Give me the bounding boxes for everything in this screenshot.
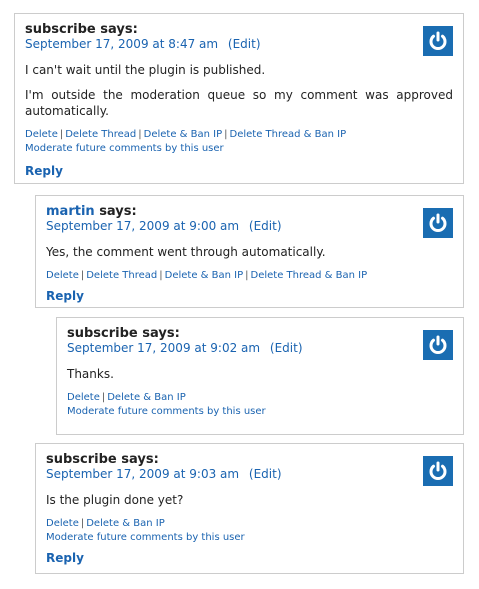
reply-link[interactable]: Reply bbox=[46, 289, 84, 303]
comment-author: subscribe bbox=[67, 326, 138, 341]
delete-thread-ban-ip-link[interactable]: Delete Thread & Ban IP bbox=[230, 129, 347, 140]
comment-author: subscribe bbox=[25, 22, 96, 37]
delete-link[interactable]: Delete bbox=[46, 270, 79, 281]
comment-author-line: subscribe says: bbox=[46, 452, 453, 467]
comment-paragraph: I'm outside the moderation queue so my c… bbox=[25, 88, 453, 118]
separator: | bbox=[159, 270, 163, 281]
delete-ban-ip-link[interactable]: Delete & Ban IP bbox=[86, 518, 165, 529]
moderation-actions: Delete | Delete & Ban IP bbox=[46, 517, 453, 531]
comment-paragraph: Thanks. bbox=[67, 367, 114, 381]
delete-thread-ban-ip-link[interactable]: Delete Thread & Ban IP bbox=[251, 270, 368, 281]
avatar bbox=[423, 208, 453, 238]
comment-meta: September 17, 2009 at 9:02 am (Edit) bbox=[67, 341, 453, 356]
comment: subscribe says: September 17, 2009 at 9:… bbox=[35, 443, 464, 574]
avatar bbox=[423, 456, 453, 486]
comment-body: Yes, the comment went through automatica… bbox=[46, 244, 453, 260]
comment-author: subscribe bbox=[46, 452, 117, 467]
moderate-future-link[interactable]: Moderate future comments by this user bbox=[46, 531, 453, 545]
reply-link[interactable]: Reply bbox=[25, 164, 63, 178]
comment-date-link[interactable]: September 17, 2009 at 9:00 am bbox=[46, 219, 239, 233]
moderate-future-link[interactable]: Moderate future comments by this user bbox=[67, 405, 453, 419]
delete-thread-link[interactable]: Delete Thread bbox=[86, 270, 157, 281]
separator: | bbox=[245, 270, 249, 281]
edit-link[interactable]: (Edit) bbox=[249, 467, 282, 481]
comment-author-line: subscribe says: bbox=[67, 326, 453, 341]
delete-ban-ip-link[interactable]: Delete & Ban IP bbox=[165, 270, 244, 281]
comment-paragraph: Is the plugin done yet? bbox=[46, 493, 184, 507]
comment-says: says: bbox=[100, 22, 138, 37]
comment-date-link[interactable]: September 17, 2009 at 9:02 am bbox=[67, 341, 260, 355]
edit-link[interactable]: (Edit) bbox=[249, 219, 282, 233]
power-icon bbox=[429, 461, 447, 481]
moderation-actions: Delete | Delete & Ban IP bbox=[67, 391, 453, 405]
comment: subscribe says: September 17, 2009 at 9:… bbox=[56, 317, 464, 435]
delete-link[interactable]: Delete bbox=[46, 518, 79, 529]
comment-says: says: bbox=[121, 452, 159, 467]
delete-ban-ip-link[interactable]: Delete & Ban IP bbox=[107, 392, 186, 403]
comment-says: says: bbox=[142, 326, 180, 341]
moderate-future-link[interactable]: Moderate future comments by this user bbox=[25, 142, 453, 156]
avatar bbox=[423, 26, 453, 56]
separator: | bbox=[138, 129, 142, 140]
delete-link[interactable]: Delete bbox=[67, 392, 100, 403]
comment-meta: September 17, 2009 at 9:00 am (Edit) bbox=[46, 219, 453, 234]
moderation-actions: Delete | Delete Thread | Delete & Ban IP | Del… bbox=[25, 128, 453, 142]
comment-body: Is the plugin done yet? bbox=[46, 492, 453, 508]
comment-body: Thanks. bbox=[67, 366, 453, 382]
reply-link[interactable]: Reply bbox=[46, 551, 84, 565]
avatar bbox=[423, 330, 453, 360]
edit-link[interactable]: (Edit) bbox=[270, 341, 303, 355]
comment-author-line: subscribe says: bbox=[25, 22, 453, 37]
comment-author-line: martin says: bbox=[46, 204, 453, 219]
comment-meta: September 17, 2009 at 8:47 am (Edit) bbox=[25, 37, 453, 52]
moderation-actions: Delete | Delete Thread | Delete & Ban IP | Del… bbox=[46, 269, 453, 283]
comment-author-link[interactable]: martin bbox=[46, 204, 95, 219]
edit-link[interactable]: (Edit) bbox=[228, 37, 261, 51]
comment: martin says: September 17, 2009 at 9:00 … bbox=[35, 195, 464, 308]
comment: subscribe says: September 17, 2009 at 8:… bbox=[14, 13, 464, 184]
power-icon bbox=[429, 335, 447, 355]
power-icon bbox=[429, 31, 447, 51]
delete-ban-ip-link[interactable]: Delete & Ban IP bbox=[144, 129, 223, 140]
comment-paragraph: I can't wait until the plugin is publish… bbox=[25, 63, 266, 77]
power-icon bbox=[429, 213, 447, 233]
comment-says: says: bbox=[99, 204, 137, 219]
comment-body: I can't wait until the plugin is publish… bbox=[25, 62, 453, 119]
separator: | bbox=[224, 129, 228, 140]
delete-thread-link[interactable]: Delete Thread bbox=[65, 129, 136, 140]
comment-meta: September 17, 2009 at 9:03 am (Edit) bbox=[46, 467, 453, 482]
comment-date-link[interactable]: September 17, 2009 at 9:03 am bbox=[46, 467, 239, 481]
comment-date-link[interactable]: September 17, 2009 at 8:47 am bbox=[25, 37, 218, 51]
delete-link[interactable]: Delete bbox=[25, 129, 58, 140]
comment-paragraph: Yes, the comment went through automatica… bbox=[46, 245, 326, 259]
